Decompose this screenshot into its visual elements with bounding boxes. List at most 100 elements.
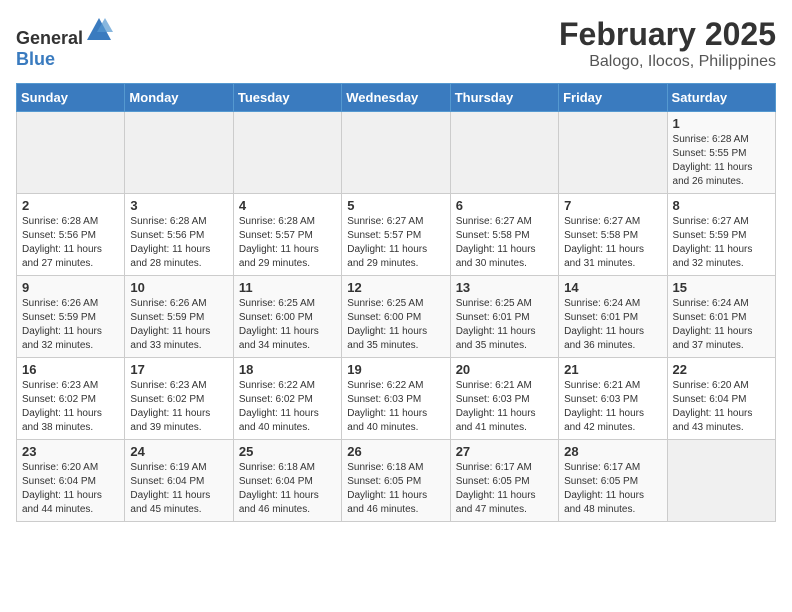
day-number: 2: [22, 198, 119, 213]
calendar-cell: 17 Sunrise: 6:23 AMSunset: 6:02 PMDayligh…: [125, 358, 233, 440]
day-number: 21: [564, 362, 661, 377]
weekday-header-monday: Monday: [125, 84, 233, 112]
cell-content: Sunrise: 6:27 AMSunset: 5:58 PMDaylight:…: [456, 215, 553, 271]
weekday-header-wednesday: Wednesday: [342, 84, 450, 112]
cell-content: Sunrise: 6:23 AMSunset: 6:02 PMDaylight:…: [130, 379, 227, 435]
cell-content: Sunrise: 6:24 AMSunset: 6:01 PMDaylight:…: [673, 297, 770, 353]
day-number: 10: [130, 280, 227, 295]
calendar-cell: 16 Sunrise: 6:23 AMSunset: 6:02 PMDayligh…: [17, 358, 125, 440]
calendar-cell: 5 Sunrise: 6:27 AMSunset: 5:57 PMDaylight…: [342, 194, 450, 276]
calendar-cell: [559, 112, 667, 194]
day-number: 4: [239, 198, 336, 213]
calendar-cell: 1 Sunrise: 6:28 AMSunset: 5:55 PMDaylight…: [667, 112, 775, 194]
calendar-cell: 6 Sunrise: 6:27 AMSunset: 5:58 PMDaylight…: [450, 194, 558, 276]
calendar-cell: [342, 112, 450, 194]
calendar-week-3: 9 Sunrise: 6:26 AMSunset: 5:59 PMDaylight…: [17, 276, 776, 358]
cell-content: Sunrise: 6:20 AMSunset: 6:04 PMDaylight:…: [673, 379, 770, 435]
calendar-cell: [667, 440, 775, 522]
calendar-cell: 4 Sunrise: 6:28 AMSunset: 5:57 PMDaylight…: [233, 194, 341, 276]
calendar-cell: 20 Sunrise: 6:21 AMSunset: 6:03 PMDayligh…: [450, 358, 558, 440]
cell-content: Sunrise: 6:25 AMSunset: 6:00 PMDaylight:…: [239, 297, 336, 353]
cell-content: Sunrise: 6:28 AMSunset: 5:56 PMDaylight:…: [130, 215, 227, 271]
calendar-cell: 15 Sunrise: 6:24 AMSunset: 6:01 PMDayligh…: [667, 276, 775, 358]
day-number: 9: [22, 280, 119, 295]
cell-content: Sunrise: 6:25 AMSunset: 6:00 PMDaylight:…: [347, 297, 444, 353]
day-number: 16: [22, 362, 119, 377]
cell-content: Sunrise: 6:18 AMSunset: 6:05 PMDaylight:…: [347, 461, 444, 517]
cell-content: Sunrise: 6:21 AMSunset: 6:03 PMDaylight:…: [564, 379, 661, 435]
calendar: SundayMondayTuesdayWednesdayThursdayFrid…: [16, 83, 776, 522]
cell-content: Sunrise: 6:18 AMSunset: 6:04 PMDaylight:…: [239, 461, 336, 517]
weekday-header-row: SundayMondayTuesdayWednesdayThursdayFrid…: [17, 84, 776, 112]
cell-content: Sunrise: 6:21 AMSunset: 6:03 PMDaylight:…: [456, 379, 553, 435]
calendar-cell: 10 Sunrise: 6:26 AMSunset: 5:59 PMDayligh…: [125, 276, 233, 358]
day-number: 15: [673, 280, 770, 295]
weekday-header-saturday: Saturday: [667, 84, 775, 112]
calendar-cell: 22Sunrise: 6:20 AMSunset: 6:04 PMDayligh…: [667, 358, 775, 440]
calendar-cell: 11 Sunrise: 6:25 AMSunset: 6:00 PMDayligh…: [233, 276, 341, 358]
weekday-header-friday: Friday: [559, 84, 667, 112]
day-number: 1: [673, 116, 770, 131]
cell-content: Sunrise: 6:22 AMSunset: 6:02 PMDaylight:…: [239, 379, 336, 435]
calendar-cell: 13 Sunrise: 6:25 AMSunset: 6:01 PMDayligh…: [450, 276, 558, 358]
calendar-cell: 18 Sunrise: 6:22 AMSunset: 6:02 PMDayligh…: [233, 358, 341, 440]
cell-content: Sunrise: 6:28 AMSunset: 5:57 PMDaylight:…: [239, 215, 336, 271]
calendar-cell: 8 Sunrise: 6:27 AMSunset: 5:59 PMDaylight…: [667, 194, 775, 276]
day-number: 19: [347, 362, 444, 377]
day-number: 13: [456, 280, 553, 295]
cell-content: Sunrise: 6:17 AMSunset: 6:05 PMDaylight:…: [456, 461, 553, 517]
month-title: February 2025: [559, 16, 776, 53]
cell-content: Sunrise: 6:20 AMSunset: 6:04 PMDaylight:…: [22, 461, 119, 517]
calendar-cell: 12 Sunrise: 6:25 AMSunset: 6:00 PMDayligh…: [342, 276, 450, 358]
calendar-cell: 21 Sunrise: 6:21 AMSunset: 6:03 PMDayligh…: [559, 358, 667, 440]
weekday-header-thursday: Thursday: [450, 84, 558, 112]
day-number: 3: [130, 198, 227, 213]
cell-content: Sunrise: 6:19 AMSunset: 6:04 PMDaylight:…: [130, 461, 227, 517]
cell-content: Sunrise: 6:25 AMSunset: 6:01 PMDaylight:…: [456, 297, 553, 353]
day-number: 14: [564, 280, 661, 295]
day-number: 25: [239, 444, 336, 459]
day-number: 18: [239, 362, 336, 377]
calendar-week-2: 2 Sunrise: 6:28 AMSunset: 5:56 PMDaylight…: [17, 194, 776, 276]
day-number: 27: [456, 444, 553, 459]
day-number: 12: [347, 280, 444, 295]
cell-content: Sunrise: 6:28 AMSunset: 5:55 PMDaylight:…: [673, 133, 770, 189]
day-number: 24: [130, 444, 227, 459]
calendar-cell: 3 Sunrise: 6:28 AMSunset: 5:56 PMDaylight…: [125, 194, 233, 276]
calendar-cell: 19 Sunrise: 6:22 AMSunset: 6:03 PMDayligh…: [342, 358, 450, 440]
calendar-cell: 9 Sunrise: 6:26 AMSunset: 5:59 PMDaylight…: [17, 276, 125, 358]
day-number: 20: [456, 362, 553, 377]
calendar-cell: [125, 112, 233, 194]
calendar-week-1: 1 Sunrise: 6:28 AMSunset: 5:55 PMDaylight…: [17, 112, 776, 194]
calendar-cell: [17, 112, 125, 194]
cell-content: Sunrise: 6:23 AMSunset: 6:02 PMDaylight:…: [22, 379, 119, 435]
calendar-cell: 26 Sunrise: 6:18 AMSunset: 6:05 PMDayligh…: [342, 440, 450, 522]
calendar-cell: 14Sunrise: 6:24 AMSunset: 6:01 PMDayligh…: [559, 276, 667, 358]
cell-content: Sunrise: 6:27 AMSunset: 5:57 PMDaylight:…: [347, 215, 444, 271]
cell-content: Sunrise: 6:28 AMSunset: 5:56 PMDaylight:…: [22, 215, 119, 271]
day-number: 17: [130, 362, 227, 377]
cell-content: Sunrise: 6:26 AMSunset: 5:59 PMDaylight:…: [22, 297, 119, 353]
day-number: 7: [564, 198, 661, 213]
cell-content: Sunrise: 6:26 AMSunset: 5:59 PMDaylight:…: [130, 297, 227, 353]
day-number: 5: [347, 198, 444, 213]
calendar-cell: 23Sunrise: 6:20 AMSunset: 6:04 PMDayligh…: [17, 440, 125, 522]
cell-content: Sunrise: 6:27 AMSunset: 5:58 PMDaylight:…: [564, 215, 661, 271]
calendar-cell: 25 Sunrise: 6:18 AMSunset: 6:04 PMDayligh…: [233, 440, 341, 522]
day-number: 28: [564, 444, 661, 459]
day-number: 26: [347, 444, 444, 459]
logo-blue-text: Blue: [16, 49, 55, 69]
day-number: 11: [239, 280, 336, 295]
header: General Blue February 2025 Balogo, Iloco…: [16, 16, 776, 71]
calendar-week-5: 23Sunrise: 6:20 AMSunset: 6:04 PMDayligh…: [17, 440, 776, 522]
cell-content: Sunrise: 6:17 AMSunset: 6:05 PMDaylight:…: [564, 461, 661, 517]
calendar-cell: [450, 112, 558, 194]
cell-content: Sunrise: 6:27 AMSunset: 5:59 PMDaylight:…: [673, 215, 770, 271]
logo: General Blue: [16, 16, 113, 70]
day-number: 6: [456, 198, 553, 213]
cell-content: Sunrise: 6:22 AMSunset: 6:03 PMDaylight:…: [347, 379, 444, 435]
calendar-cell: 27 Sunrise: 6:17 AMSunset: 6:05 PMDayligh…: [450, 440, 558, 522]
calendar-cell: 7 Sunrise: 6:27 AMSunset: 5:58 PMDaylight…: [559, 194, 667, 276]
day-number: 8: [673, 198, 770, 213]
location-title: Balogo, Ilocos, Philippines: [559, 53, 776, 71]
